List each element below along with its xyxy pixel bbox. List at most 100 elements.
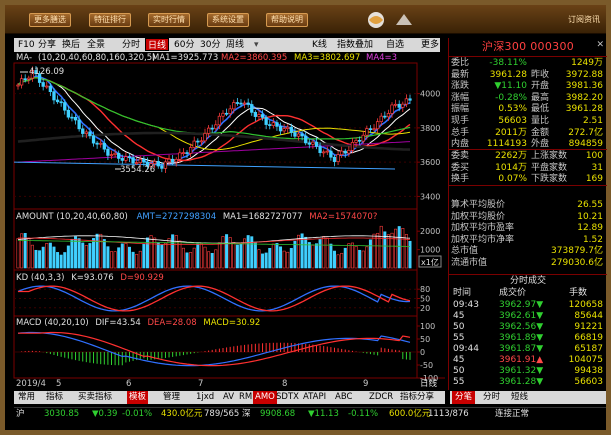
btab-abc[interactable]: ABC [333, 391, 354, 404]
candle-body [286, 126, 290, 129]
candle-body [343, 150, 347, 154]
volume-bar [268, 247, 272, 269]
btab-1jxd[interactable]: 1jxd [194, 391, 216, 404]
panel-close-icon[interactable]: ✕ [596, 40, 604, 50]
candle-body [88, 131, 92, 137]
btab-manage[interactable]: 管理 [161, 391, 182, 404]
tick-time: 09:43 [453, 300, 479, 310]
volume-bar [264, 252, 268, 269]
tick-time: 45 [453, 311, 465, 321]
candle-body [296, 133, 301, 137]
tick-row: 45 3961.91▲ 104075 [451, 355, 605, 366]
axis-tick: 50 [420, 335, 430, 344]
btab-rm[interactable]: RM [237, 391, 254, 404]
axis-tick-labels: 400038003600340020001000805020100500-50-… [417, 90, 440, 383]
tick-volume: 85644 [574, 311, 603, 321]
status-item: 430.0亿元 [161, 409, 203, 419]
rtab-intraday[interactable]: 分时 [480, 391, 503, 404]
volume-bar [239, 243, 243, 269]
candle-body [257, 114, 261, 117]
rtab-ticks[interactable]: 分笔 [452, 391, 476, 404]
volume-bar [52, 246, 56, 269]
volume-bar [332, 250, 336, 269]
quote-label: 上涨家数 [531, 151, 568, 161]
volume-bar [189, 252, 193, 269]
candle-body [314, 141, 319, 147]
candle-body [199, 140, 204, 143]
quote-label: 加权平均市净率 [451, 234, 515, 245]
volume-bar [160, 244, 164, 269]
volume-bar [41, 246, 45, 269]
btab-indicator[interactable]: 指标 [44, 391, 65, 404]
candle-body [368, 128, 373, 130]
candle-body [192, 140, 196, 148]
quote-value: 12.89 [577, 223, 603, 234]
quote-value: 272.7亿 [568, 127, 603, 138]
period-button[interactable]: 日线 [420, 379, 437, 390]
candle-body [372, 128, 376, 131]
btab-sdtx[interactable]: SDTX [274, 391, 301, 404]
status-item: 深 [242, 409, 251, 419]
volume-bar [203, 246, 207, 269]
tick-time: 50 [453, 366, 465, 376]
volume-bar [135, 253, 139, 269]
candle-body [27, 77, 31, 80]
volume-bar [196, 243, 200, 269]
candle-body [322, 151, 326, 154]
candle-body [361, 134, 365, 142]
volume-bar [66, 245, 70, 269]
quote-row: 最新 3961.28 昨收 3972.88 [451, 70, 605, 81]
quote-value: 100 [585, 151, 603, 161]
btab-av[interactable]: AV [221, 391, 236, 404]
btab-zdcr[interactable]: ZDCR [367, 391, 395, 404]
candle-body [77, 119, 81, 130]
tick-price: 3962.61▼ [499, 311, 544, 321]
candle-body [174, 158, 178, 163]
rtab-shortline[interactable]: 短线 [508, 391, 531, 404]
candle-body [214, 124, 218, 130]
volume-bar [271, 243, 275, 269]
btab-template[interactable]: 模板 [127, 391, 149, 404]
btab-atapi[interactable]: ATAPI [301, 391, 328, 404]
volume-bar [77, 238, 81, 269]
high-price-label: 4126.09 [29, 67, 64, 77]
candle-body [52, 91, 56, 101]
quote-label: 开盘 [531, 81, 550, 92]
candle-body [102, 142, 106, 150]
btab-buysell[interactable]: 买卖指标 [76, 391, 114, 404]
quote-label: 加权平均股价 [451, 211, 506, 222]
quote-label: 算术平均股价 [451, 200, 506, 210]
candle-body [153, 161, 157, 165]
volume-bar [350, 242, 354, 269]
btab-share[interactable]: 指标分享 [398, 391, 436, 404]
tick-time: 55 [453, 333, 465, 343]
volume-bar [358, 249, 362, 269]
candle-body [228, 108, 232, 114]
volume-bar [397, 226, 401, 269]
quote-label: 委买 [451, 162, 470, 173]
candle-body [375, 121, 380, 130]
volume-bar [340, 252, 344, 269]
volume-bar [257, 249, 261, 269]
quote-label: 振幅 [451, 104, 470, 115]
btab-common[interactable]: 常用 [16, 391, 37, 404]
quote-value: 2262万 [495, 151, 527, 161]
status-item: 沪 [16, 409, 25, 419]
axis-tick: 80 [420, 285, 430, 294]
quote-row: 振幅 0.53% 最低 3961.28 [451, 104, 605, 115]
amount-ma1: MA1=1682727077 [222, 212, 303, 222]
candle-body [16, 84, 20, 87]
candlesticks [16, 65, 412, 173]
volume-bar [185, 252, 189, 269]
volume-bar [92, 238, 96, 269]
volume-bar [210, 253, 214, 269]
quote-value: 31 [591, 162, 603, 173]
volume-bar [127, 246, 131, 269]
candle-body [404, 98, 409, 105]
quote-row: 算术平均股价 26.55 [451, 200, 605, 211]
volume-bar [286, 251, 290, 269]
candle-body [358, 139, 362, 142]
candle-body [135, 162, 139, 164]
quote-row: 委卖 2262万 上涨家数 100 [451, 151, 605, 162]
volume-bar [401, 228, 405, 269]
